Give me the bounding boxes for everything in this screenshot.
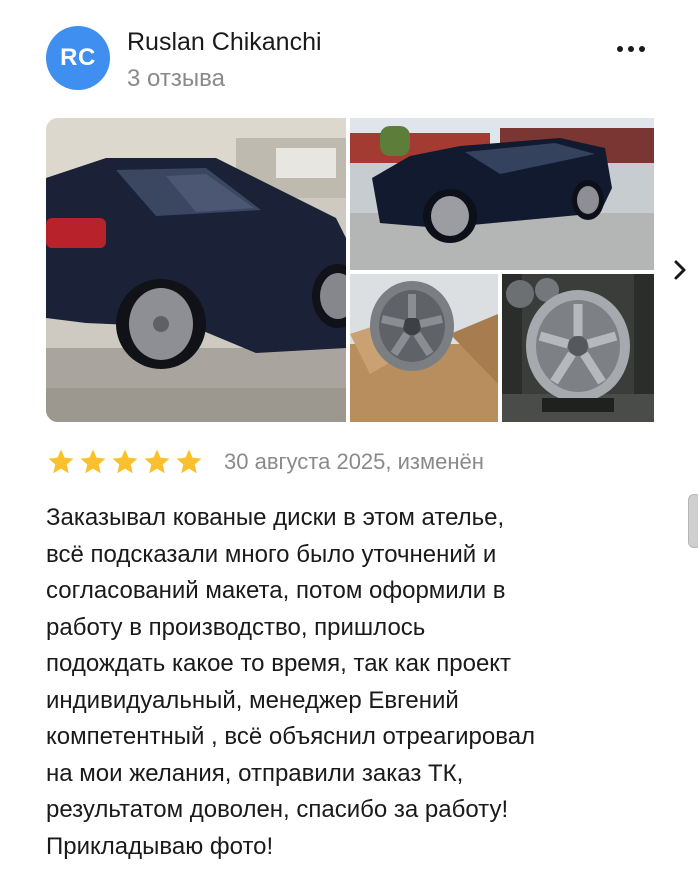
scrollbar-thumb[interactable] xyxy=(688,494,698,548)
gallery-next-button[interactable] xyxy=(662,250,698,290)
photo-wheel-display[interactable] xyxy=(502,274,654,422)
review-date: 30 августа 2025, изменён xyxy=(224,449,484,474)
more-horizontal-icon xyxy=(628,46,634,52)
more-options-button[interactable] xyxy=(608,34,654,64)
author-review-count: 3 отзыва xyxy=(127,65,225,92)
review-text: Заказывал кованые диски в этом ателье, в… xyxy=(46,504,536,860)
author-name[interactable]: Ruslan Chikanchi xyxy=(127,28,322,57)
star-icon xyxy=(176,449,202,474)
star-icon xyxy=(112,449,138,474)
avatar[interactable]: RC xyxy=(46,26,110,90)
photo-wheel-box[interactable] xyxy=(350,274,498,422)
star-rating xyxy=(46,447,204,477)
photo-car-side[interactable] xyxy=(350,118,654,270)
photo-car-rear[interactable] xyxy=(46,118,346,422)
star-icon xyxy=(80,449,106,474)
star-icon xyxy=(48,449,74,474)
chevron-right-icon xyxy=(674,260,686,280)
more-horizontal-icon xyxy=(617,46,623,52)
rating-row: 30 августа 2025, изменён xyxy=(46,447,484,477)
star-icon xyxy=(144,449,170,474)
more-horizontal-icon xyxy=(639,46,645,52)
